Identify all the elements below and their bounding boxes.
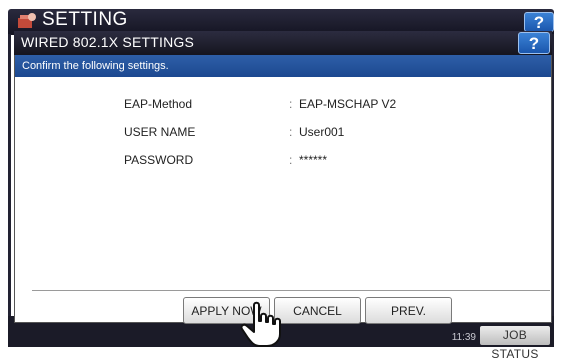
user-name-label: USER NAME bbox=[124, 125, 196, 139]
confirm-banner: Confirm the following settings. bbox=[15, 55, 551, 77]
password-separator: : bbox=[289, 153, 293, 167]
app-help-button[interactable]: ? bbox=[524, 12, 554, 32]
dialog-help-button[interactable]: ? bbox=[518, 32, 550, 54]
eap-method-value: EAP-MSCHAP V2 bbox=[299, 97, 397, 111]
pointing-hand-icon bbox=[240, 301, 281, 347]
app-title: SETTING bbox=[42, 9, 128, 30]
prev-button[interactable]: PREV. bbox=[365, 297, 452, 324]
clock-time: 11:39 bbox=[451, 332, 476, 343]
user-name-row: USER NAME : User001 bbox=[0, 125, 562, 141]
password-value: ****** bbox=[299, 153, 328, 167]
password-label: PASSWORD bbox=[124, 153, 194, 167]
settings-icon bbox=[18, 13, 36, 28]
dialog-title: WIRED 802.1X SETTINGS bbox=[21, 34, 195, 50]
job-status-button[interactable]: JOB STATUS bbox=[480, 326, 550, 361]
user-name-value: User001 bbox=[299, 125, 345, 139]
eap-method-label: EAP-Method bbox=[124, 97, 193, 111]
password-row: PASSWORD : ****** bbox=[0, 153, 562, 169]
button-divider bbox=[32, 290, 550, 291]
clock: 11:39 bbox=[400, 321, 476, 343]
user-name-separator: : bbox=[289, 125, 293, 139]
cancel-button[interactable]: CANCEL bbox=[274, 297, 361, 324]
frame-left-edge bbox=[8, 34, 11, 317]
eap-method-separator: : bbox=[289, 97, 293, 111]
eap-method-row: EAP-Method : EAP-MSCHAP V2 bbox=[0, 97, 562, 113]
